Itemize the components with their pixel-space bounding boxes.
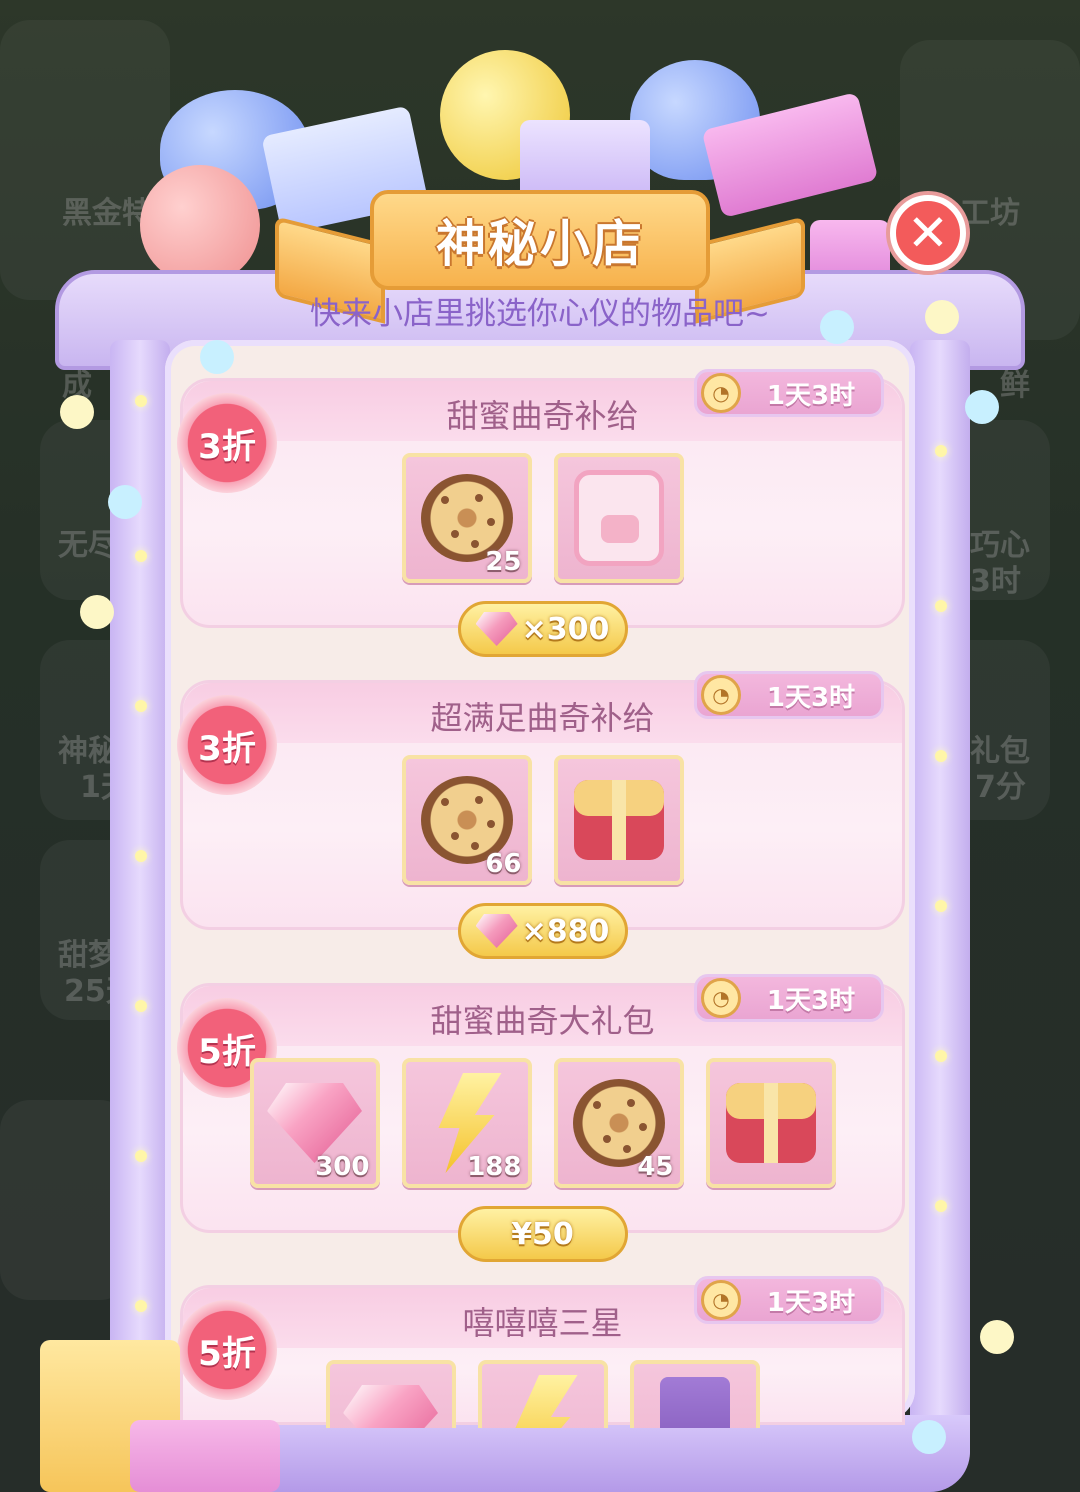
gem-icon — [475, 612, 518, 646]
offer-item-slot[interactable] — [477, 1360, 608, 1428]
alarm-clock-icon: ◔ — [701, 373, 741, 413]
light-dot — [935, 750, 947, 762]
close-button[interactable]: ✕ — [890, 195, 966, 271]
light-dot — [935, 900, 947, 912]
pink-balloon-icon — [140, 165, 260, 285]
light-bulb-icon — [60, 395, 94, 429]
light-dot — [135, 1150, 147, 1162]
gift-box-icon — [130, 1420, 280, 1492]
light-dot — [135, 1300, 147, 1312]
offer-timer: ◔ 1天3时 — [694, 1276, 884, 1324]
offer-timer: ◔ 1天3时 — [694, 974, 884, 1022]
light-dot — [135, 395, 147, 407]
price-label: ¥50 — [511, 1216, 574, 1252]
offer-card: 甜蜜曲奇补给 ◔ 1天3时 3折 25 ×300 — [177, 369, 905, 657]
buy-button[interactable]: ¥50 — [457, 1206, 628, 1262]
offer-item-slot[interactable]: 188 — [401, 1058, 532, 1188]
timer-text: 1天3时 — [766, 1287, 856, 1318]
card-pack-icon — [659, 1377, 730, 1428]
offer-item-slot[interactable]: 45 — [553, 1058, 684, 1188]
light-bulb-icon — [980, 1320, 1014, 1354]
light-dot — [935, 1050, 947, 1062]
gift-box-icon — [725, 1083, 816, 1163]
offer-card: 嘻嘻嘻三星 ◔ 1天3时 5折 — [177, 1276, 905, 1428]
shop-subtitle: 快来小店里挑选你心仪的物品吧~ — [310, 296, 770, 332]
timer-text: 1天3时 — [766, 380, 856, 411]
item-quantity: 188 — [467, 1152, 522, 1182]
timer-text: 1天3时 — [766, 682, 856, 713]
offer-items: 25 — [183, 453, 902, 583]
offer-item-slot[interactable] — [629, 1360, 760, 1428]
light-bulb-icon — [108, 485, 142, 519]
light-dot — [135, 550, 147, 562]
shop-pillar-right — [910, 340, 970, 1480]
item-quantity: 25 — [485, 547, 522, 577]
shop-title: 神秘小店 — [436, 215, 644, 273]
offer-timer: ◔ 1天3时 — [694, 671, 884, 719]
gift-box-icon — [573, 780, 664, 860]
timer-text: 1天3时 — [766, 985, 856, 1016]
gem-icon — [475, 914, 518, 948]
alarm-clock-icon: ◔ — [701, 1280, 741, 1320]
alarm-clock-icon: ◔ — [701, 675, 741, 715]
offer-items — [183, 1360, 902, 1428]
light-bulb-icon — [912, 1420, 946, 1454]
offer-item-slot[interactable] — [325, 1360, 456, 1428]
light-dot — [135, 700, 147, 712]
buy-button[interactable]: ×880 — [457, 903, 628, 959]
light-dot — [135, 1000, 147, 1012]
buy-button[interactable]: ×300 — [457, 601, 628, 657]
offer-item-slot[interactable] — [553, 755, 684, 885]
price-label: ×300 — [521, 611, 610, 647]
offer-items: 300 188 45 — [183, 1058, 902, 1188]
light-bulb-icon — [965, 390, 999, 424]
close-icon: ✕ — [907, 204, 949, 262]
title-banner: 神秘小店 — [370, 190, 710, 290]
item-quantity: 45 — [637, 1152, 674, 1182]
item-quantity: 66 — [485, 849, 522, 879]
offer-item-slot[interactable] — [553, 453, 684, 583]
gem-icon — [267, 1083, 362, 1163]
price-label: ×880 — [521, 913, 610, 949]
light-bulb-icon — [80, 595, 114, 629]
offer-card: 甜蜜曲奇大礼包 ◔ 1天3时 5折 300 188 45 ¥50 — [177, 974, 905, 1262]
light-bulb-icon — [200, 340, 234, 374]
light-dot — [935, 1200, 947, 1212]
lightning-icon — [514, 1375, 578, 1428]
alarm-clock-icon: ◔ — [701, 978, 741, 1018]
light-dot — [935, 600, 947, 612]
mystery-shop-modal: 神秘小店 快来小店里挑选你心仪的物品吧~ ✕ 甜蜜曲奇补给 ◔ 1天3时 3折 … — [40, 40, 1040, 1492]
light-dot — [135, 850, 147, 862]
offer-items: 66 — [183, 755, 902, 885]
offer-card: 超满足曲奇补给 ◔ 1天3时 3折 66 ×880 — [177, 671, 905, 959]
light-dot — [935, 445, 947, 457]
gem-icon — [343, 1385, 438, 1428]
offer-item-slot[interactable]: 300 — [249, 1058, 380, 1188]
cake-box-icon — [573, 470, 664, 566]
offer-timer: ◔ 1天3时 — [694, 369, 884, 417]
offer-item-slot[interactable]: 66 — [401, 755, 532, 885]
offer-item-slot[interactable] — [705, 1058, 836, 1188]
item-quantity: 300 — [315, 1152, 370, 1182]
offer-item-slot[interactable]: 25 — [401, 453, 532, 583]
